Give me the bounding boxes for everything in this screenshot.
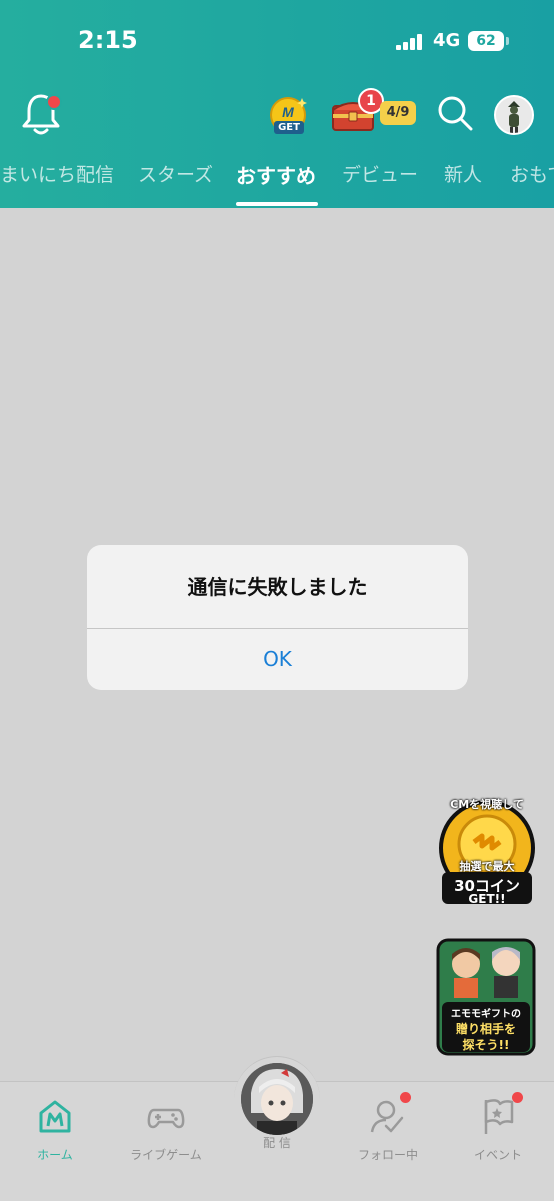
home-icon: [39, 1100, 71, 1133]
battery-tip: [506, 37, 509, 45]
cm-coin-banner[interactable]: CMを視聴して 抽選で最大 30コイン GET!!: [432, 786, 542, 916]
broadcast-character-icon: [241, 1063, 313, 1135]
tab-newcomer[interactable]: 新人: [444, 160, 482, 187]
error-dialog: 通信に失敗しました OK: [87, 545, 468, 690]
coin-get-label: GET: [274, 121, 304, 134]
profile-avatar[interactable]: [494, 95, 534, 135]
gift-banner-line2: 贈り相手を: [455, 1022, 516, 1036]
cm-banner-line4: GET!!: [468, 892, 506, 906]
chest-progress: 4/9: [380, 101, 416, 125]
following-dot: [400, 1092, 411, 1103]
nav-broadcast-label: 配 信: [263, 1136, 291, 1150]
nav-home-label: ホーム: [37, 1148, 73, 1162]
category-tabs: まいにち配信 スターズ おすすめ デビュー 新人 おもて: [0, 156, 554, 208]
gamepad-icon: [147, 1108, 185, 1129]
active-tab-indicator: [236, 202, 318, 206]
broadcast-avatar[interactable]: [241, 1063, 313, 1135]
status-bar: 2:15 4G 62: [0, 0, 554, 80]
battery-icon: 62: [468, 31, 504, 51]
tab-debut[interactable]: デビュー: [342, 160, 418, 187]
status-time: 2:15: [78, 26, 138, 54]
event-dot: [512, 1092, 523, 1103]
flag-icon: [484, 1099, 514, 1134]
cm-banner-line2: 抽選で最大: [459, 860, 515, 873]
signal-icon: [396, 34, 426, 50]
network-type: 4G: [433, 30, 461, 51]
tab-stars[interactable]: スターズ: [138, 160, 213, 187]
cm-banner-line1: CMを視聴して: [450, 798, 524, 811]
ok-button[interactable]: OK: [87, 629, 468, 690]
tab-recommended[interactable]: おすすめ: [236, 160, 316, 189]
dialog-message: 通信に失敗しました: [187, 575, 368, 599]
tab-daily[interactable]: まいにち配信: [0, 160, 114, 187]
gift-partner-banner[interactable]: エモモギフトの 贈り相手を 探そう!!: [436, 938, 536, 1056]
app-header: 2:15 4G 62 M GET 1 4/9 まいにち配信 スターズ おすすめ …: [0, 0, 554, 208]
notification-dot: [46, 94, 62, 110]
tab-omote[interactable]: おもて: [510, 160, 554, 187]
gift-banner-line3: 探そう!!: [462, 1038, 510, 1052]
nav-live-game-label: ライブゲーム: [130, 1148, 202, 1162]
nav-following-label: フォロー中: [357, 1148, 418, 1162]
svg-text:M: M: [282, 104, 294, 120]
avatar-figure-icon: [496, 97, 532, 133]
nav-event-label: イベント: [473, 1148, 522, 1162]
gift-banner-line1: エモモギフトの: [451, 1009, 521, 1020]
search-icon[interactable]: [436, 94, 474, 132]
